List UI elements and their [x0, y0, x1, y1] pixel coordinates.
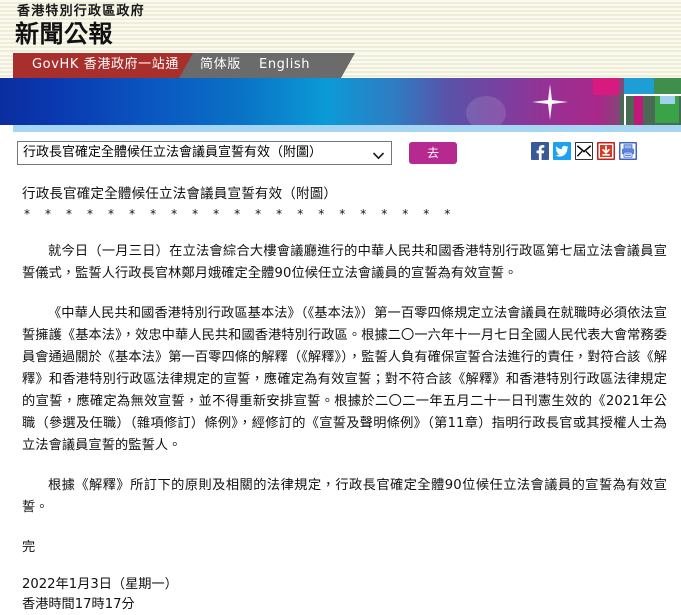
download-icon[interactable] [597, 142, 615, 160]
banner-square-lightblue [661, 78, 677, 94]
article-time: 香港時間17時17分 [22, 597, 135, 612]
banner-underline [13, 125, 681, 132]
page-title: 新聞公報 [15, 20, 113, 48]
site-header: 香港特別行政區政府 新聞公報 [0, 0, 681, 53]
chevron-down-icon [373, 146, 384, 164]
facebook-icon[interactable] [531, 142, 549, 160]
brand-banner [0, 78, 681, 125]
news-toolbar: 行政長官確定全體候任立法會議員宣誓有效（附圖） 去 [0, 141, 681, 181]
tab-simplified-chinese[interactable]: 简体版 [200, 56, 241, 74]
government-name: 香港特別行政區政府 [17, 4, 145, 19]
banner-circle-decoration [466, 96, 506, 125]
go-button[interactable]: 去 [409, 142, 457, 164]
banner-square-green-lower [655, 96, 679, 123]
sparkle-star-icon [532, 84, 568, 120]
banner-square-magenta-lower [634, 94, 643, 125]
article-paragraph-1: 就今日（一月三日）在立法會綜合大樓會議廳進行的中華人民共和國香港特別行政區第七屆… [22, 244, 667, 281]
article-paragraph-3: 根據《解釋》所訂下的原則及相關的法律規定，行政長官確定全體90位候任立法會議員的… [22, 478, 667, 515]
banner-underline-wrap [0, 125, 681, 132]
social-share-group [531, 142, 637, 160]
tab-english[interactable]: English [259, 56, 310, 74]
banner-white-frame [624, 94, 681, 125]
top-tab-bar: GovHK 香港政府一站通 简体版 English [0, 53, 681, 78]
article-body: 行政長官確定全體候任立法會議員宣誓有效（附圖） * * * * * * * * … [0, 184, 681, 615]
banner-square-skyblue-small [660, 96, 675, 104]
print-icon[interactable] [619, 142, 637, 160]
article-title: 行政長官確定全體候任立法會議員宣誓有效（附圖） [22, 186, 338, 202]
banner-square-cyan [624, 78, 678, 94]
twitter-icon[interactable] [553, 142, 571, 160]
article-date: 2022年1月3日（星期一） [22, 577, 178, 592]
news-select-value: 行政長官確定全體候任立法會議員宣誓有效（附圖） [23, 145, 323, 160]
article-star-separator: * * * * * * * * * * * * * * * * * * * * … [24, 207, 456, 221]
article-paragraph-2: 《中華人民共和國香港特別行政區基本法》（《基本法》）第一百零四條規定立法會議員在… [22, 306, 667, 453]
banner-square-green [654, 78, 681, 125]
banner-square-darkgreen [620, 94, 681, 125]
tab-govhk[interactable]: GovHK 香港政府一站通 [32, 56, 179, 74]
article-end-mark: 完 [22, 540, 36, 555]
email-icon[interactable] [575, 142, 593, 160]
banner-square-magenta [593, 78, 619, 95]
news-select[interactable]: 行政長官確定全體候任立法會議員宣誓有效（附圖） [17, 141, 392, 165]
